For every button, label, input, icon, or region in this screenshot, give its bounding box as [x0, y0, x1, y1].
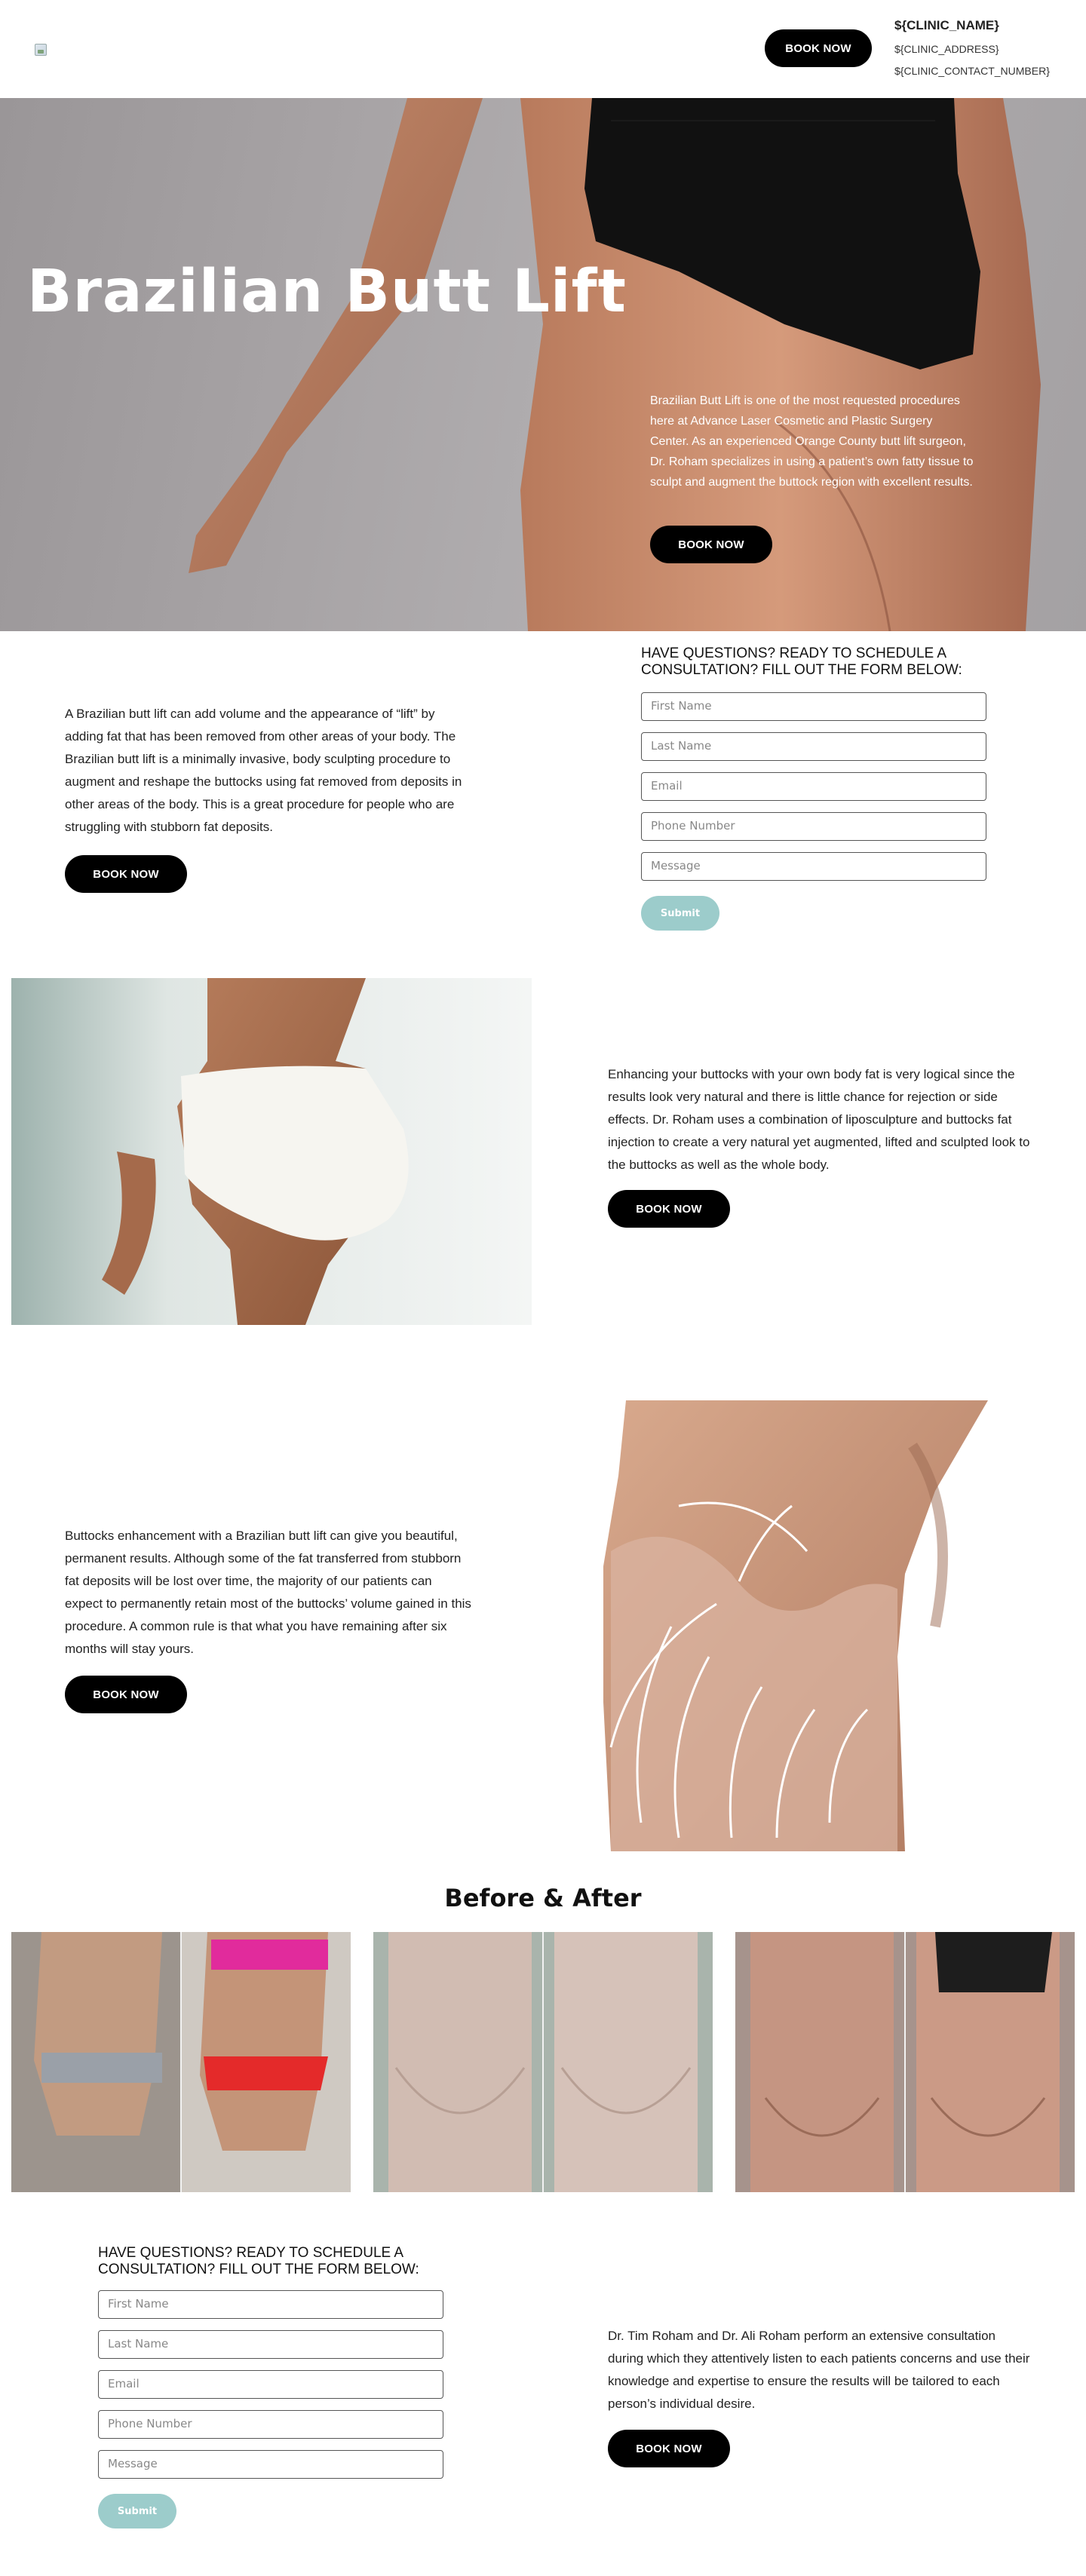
section4-text: Dr. Tim Roham and Dr. Ali Roham perform …: [608, 2329, 1030, 2411]
section1-book-now-button[interactable]: BOOK NOW: [65, 855, 187, 893]
clinic-name: ${CLINIC_NAME}: [894, 18, 999, 32]
hero-photo: [189, 98, 1041, 631]
email-field[interactable]: Email: [641, 772, 986, 801]
last-name-field[interactable]: Last Name: [641, 732, 986, 761]
section3-photo: [581, 1400, 1048, 1851]
consultation-form-2: HAVE QUESTIONS? READY TO SCHEDULE A CONS…: [98, 2245, 475, 2528]
before-after-title: Before & After: [444, 1884, 642, 1912]
section2-photo: [11, 978, 532, 1325]
section3-book-now-button[interactable]: BOOK NOW: [65, 1676, 187, 1713]
first-name-field[interactable]: First Name: [98, 2290, 443, 2319]
section2-book-now-button[interactable]: BOOK NOW: [608, 1190, 730, 1228]
section4-book-now-button[interactable]: BOOK NOW: [608, 2430, 730, 2467]
hero-book-now-button[interactable]: BOOK NOW: [650, 526, 772, 563]
clinic-contact-number: ${CLINIC_CONTACT_NUMBER}: [894, 65, 1050, 77]
consultation-form-1: HAVE QUESTIONS? READY TO SCHEDULE A CONS…: [641, 646, 1018, 931]
email-field[interactable]: Email: [98, 2370, 443, 2399]
before-after-photo-3: [735, 1932, 1075, 2192]
section2-text: Enhancing your buttocks with your own bo…: [608, 1067, 1030, 1172]
phone-field[interactable]: Phone Number: [641, 812, 986, 841]
clinic-address: ${CLINIC_ADDRESS}: [894, 43, 999, 55]
broken-image-icon[interactable]: [35, 44, 47, 56]
submit-button[interactable]: Submit: [98, 2494, 176, 2528]
hero-title: Brazilian Butt Lift: [27, 258, 627, 326]
section3-text: Buttocks enhancement with a Brazilian bu…: [65, 1529, 471, 1656]
message-field[interactable]: Message: [641, 852, 986, 881]
submit-button[interactable]: Submit: [641, 896, 719, 931]
first-name-field[interactable]: First Name: [641, 692, 986, 721]
phone-field[interactable]: Phone Number: [98, 2410, 443, 2439]
header-book-now-button[interactable]: BOOK NOW: [765, 29, 872, 67]
section1-text: A Brazilian butt lift can add volume and…: [65, 707, 462, 834]
form-title: HAVE QUESTIONS? READY TO SCHEDULE A CONS…: [98, 2245, 419, 2277]
before-after-photo-1: [11, 1932, 351, 2192]
hero-banner: Brazilian Butt Lift Brazilian Butt Lift …: [0, 98, 1086, 631]
site-header: BOOK NOW ${CLINIC_NAME} ${CLINIC_ADDRESS…: [0, 0, 1086, 98]
last-name-field[interactable]: Last Name: [98, 2330, 443, 2359]
before-after-photo-2: [373, 1932, 713, 2192]
hero-description: Brazilian Butt Lift is one of the most r…: [650, 394, 974, 489]
form-title: HAVE QUESTIONS? READY TO SCHEDULE A CONS…: [641, 646, 962, 678]
message-field[interactable]: Message: [98, 2450, 443, 2479]
